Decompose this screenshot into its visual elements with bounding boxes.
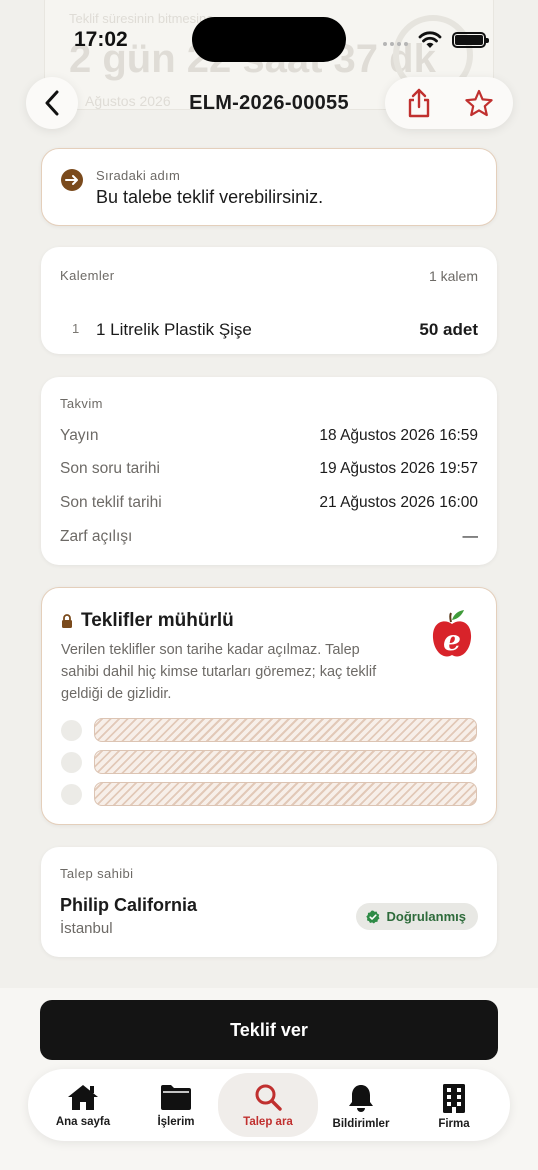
tab-search-requests[interactable]: Talep ara xyxy=(218,1073,318,1137)
items-label: Kalemler xyxy=(60,268,115,283)
verified-badge: Doğrulanmış xyxy=(355,903,478,930)
request-owner-card[interactable]: Talep sahibi Philip California İstanbul … xyxy=(41,847,497,957)
share-icon xyxy=(408,88,430,118)
next-step-card: Sıradaki adım Bu talebe teklif verebilir… xyxy=(41,148,497,226)
calendar-key: Zarf açılışı xyxy=(60,528,133,545)
tab-company[interactable]: Firma xyxy=(404,1073,504,1137)
submit-offer-button[interactable]: Teklif ver xyxy=(40,1000,498,1060)
calendar-value: — xyxy=(462,528,479,545)
items-count: 1 kalem xyxy=(428,268,478,284)
sealed-title: Teklifler mühürlü xyxy=(81,610,234,631)
header-actions xyxy=(385,77,513,129)
calendar-row: Son soru tarihi 19 Ağustos 2026 19:57 xyxy=(60,460,478,478)
calendar-value: 18 Ağustos 2026 16:59 xyxy=(319,427,478,444)
sealed-bids-card: Teklifler mühürlü Verilen teklifler son … xyxy=(41,587,497,825)
lock-icon xyxy=(62,614,72,628)
item-name: 1 Litrelik Plastik Şişe xyxy=(96,320,252,339)
tab-notifications[interactable]: Bildirimler xyxy=(311,1073,411,1137)
item-number: 1 xyxy=(72,321,80,336)
sealed-bid-placeholder xyxy=(61,782,477,806)
arrow-right-circle-icon xyxy=(61,169,83,191)
items-card: Kalemler 1 kalem 1 1 Litrelik Plastik Şi… xyxy=(41,247,497,354)
calendar-label: Takvim xyxy=(60,396,103,411)
star-icon xyxy=(465,89,493,117)
folder-icon xyxy=(161,1085,191,1110)
tab-label: Firma xyxy=(438,1118,470,1130)
search-icon xyxy=(255,1084,282,1111)
calendar-row: Yayın 18 Ağustos 2026 16:59 xyxy=(60,427,478,445)
tab-label: Ana sayfa xyxy=(55,1116,111,1128)
tab-label: Talep ara xyxy=(243,1116,293,1128)
tab-label: İşlerim xyxy=(157,1116,195,1128)
apple-logo-icon: e xyxy=(426,606,478,662)
building-icon xyxy=(443,1084,465,1113)
favorite-button[interactable] xyxy=(459,83,499,123)
home-icon xyxy=(68,1085,98,1110)
owner-city: İstanbul xyxy=(60,920,113,937)
owner-name: Philip California xyxy=(60,895,198,915)
sealed-description: Verilen teklifler son tarihe kadar açılm… xyxy=(61,642,377,702)
share-button[interactable] xyxy=(399,83,439,123)
battery-icon xyxy=(452,32,489,48)
next-step-label: Sıradaki adım xyxy=(96,168,181,183)
calendar-key: Son soru tarihi xyxy=(60,460,160,477)
dynamic-island xyxy=(192,17,346,62)
status-time: 17:02 xyxy=(74,28,128,51)
status-bar: 17:02 xyxy=(0,0,538,80)
sealed-header: Teklifler mühürlü xyxy=(61,610,234,632)
wifi-icon xyxy=(418,31,442,48)
calendar-value: 21 Ağustos 2026 16:00 xyxy=(319,494,478,511)
tab-bar: Ana sayfa İşlerim Talep ara Bildirimler … xyxy=(28,1069,510,1141)
item-quantity: 50 adet xyxy=(419,320,478,339)
calendar-key: Yayın xyxy=(60,427,99,444)
bell-icon xyxy=(349,1085,373,1112)
verified-check-icon xyxy=(365,910,380,923)
calendar-row: Zarf açılışı — xyxy=(60,528,478,546)
calendar-value: 19 Ağustos 2026 19:57 xyxy=(319,460,478,477)
calendar-key: Son teklif tarihi xyxy=(60,494,162,511)
sealed-bid-placeholder xyxy=(61,750,477,774)
svg-text:e: e xyxy=(443,624,461,657)
tab-label: Bildirimler xyxy=(332,1118,390,1130)
verified-badge-label: Doğrulanmış xyxy=(386,909,466,924)
sealed-bid-placeholder xyxy=(61,718,477,742)
tab-my-jobs[interactable]: İşlerim xyxy=(126,1073,226,1137)
calendar-row: Son teklif tarihi 21 Ağustos 2026 16:00 xyxy=(60,494,478,512)
cellular-signal-icon xyxy=(383,42,408,46)
next-step-text: Bu talebe teklif verebilirsiniz. xyxy=(96,187,324,207)
calendar-card: Takvim Yayın 18 Ağustos 2026 16:59 Son s… xyxy=(41,377,497,565)
owner-label: Talep sahibi xyxy=(60,866,134,881)
tab-home[interactable]: Ana sayfa xyxy=(33,1073,133,1137)
